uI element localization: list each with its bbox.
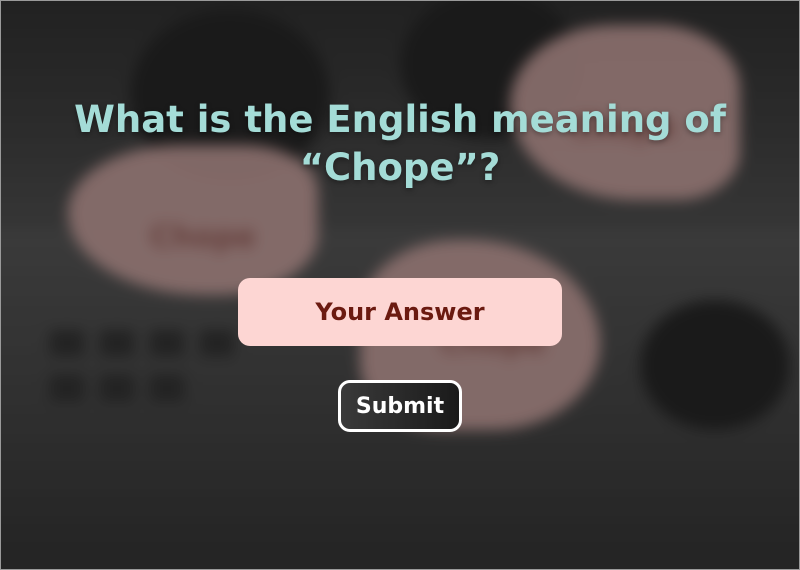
answer-input[interactable] <box>238 278 562 346</box>
quiz-screen: Chope Chope Chope What is the English me… <box>0 0 800 570</box>
question-text: What is the English meaning of “Chope”? <box>74 98 726 189</box>
submit-button[interactable]: Submit <box>338 380 462 432</box>
